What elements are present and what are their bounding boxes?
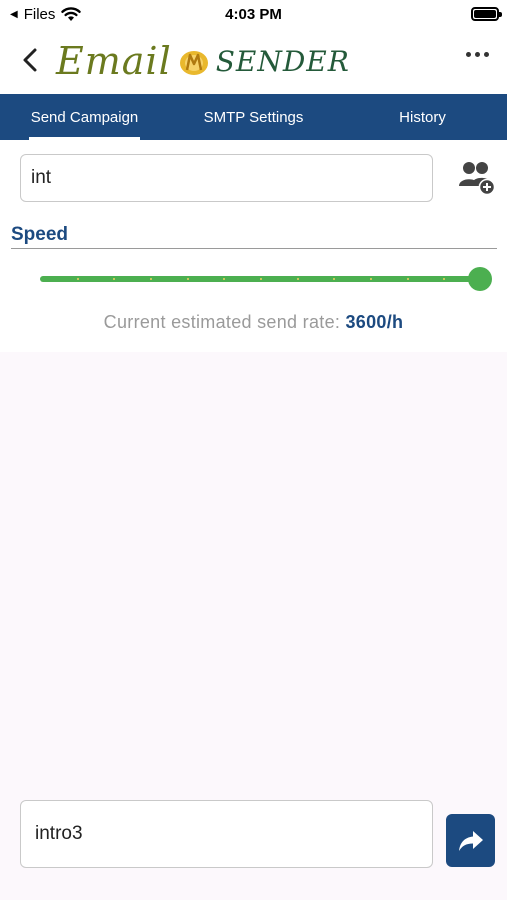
send-rate-value: 3600/h <box>345 312 404 332</box>
app-header: Email SENDER <box>0 30 507 94</box>
logo-sender-text: SENDER <box>215 44 350 78</box>
slider-tick <box>186 278 189 280</box>
slider-tick <box>406 278 409 280</box>
status-time: 4:03 PM <box>225 6 282 23</box>
logo-email-text: Email <box>56 39 172 83</box>
battery-icon <box>471 7 502 21</box>
slider-tick <box>150 278 152 280</box>
tab-history[interactable]: History <box>338 94 507 140</box>
coin-logo-icon <box>179 51 208 75</box>
speed-label: Speed <box>11 224 69 245</box>
slider-tick <box>223 278 226 280</box>
message-template-input[interactable]: intro3 <box>20 800 433 868</box>
more-menu-button[interactable] <box>466 52 489 57</box>
more-dot <box>466 52 471 57</box>
message-template-value: intro3 <box>35 823 83 844</box>
send-rate-prefix: Current estimated send rate: <box>103 312 346 332</box>
speed-slider[interactable] <box>40 267 492 291</box>
tab-smtp-settings[interactable]: SMTP Settings <box>169 94 338 140</box>
recipient-list-value: int <box>31 167 52 188</box>
tab-send-campaign[interactable]: Send Campaign <box>0 94 169 140</box>
slider-thumb[interactable] <box>468 267 492 291</box>
slider-tick <box>260 278 262 280</box>
chevron-left-icon <box>23 48 37 72</box>
send-button[interactable] <box>446 814 495 867</box>
tab-bar: Send Campaign SMTP Settings History <box>0 94 507 140</box>
more-dot <box>484 52 489 57</box>
slider-tick <box>333 278 336 280</box>
status-bar: ◀ Files 4:03 PM <box>0 0 507 30</box>
divider <box>11 248 497 249</box>
slider-tick <box>443 278 446 280</box>
campaign-panel: int Speed Current estimated send rate: 3… <box>0 140 507 352</box>
share-arrow-icon <box>458 830 483 851</box>
slider-tick <box>76 278 79 280</box>
add-group-icon[interactable] <box>458 160 496 196</box>
slider-tick <box>370 278 372 280</box>
back-button[interactable] <box>14 44 46 76</box>
slider-tick <box>113 278 116 280</box>
slider-ticks <box>40 278 480 280</box>
more-dot <box>475 52 480 57</box>
app-logo: Email SENDER <box>56 38 350 84</box>
send-rate-text: Current estimated send rate: 3600/h <box>0 312 507 333</box>
recipient-list-input[interactable]: int <box>20 154 433 202</box>
slider-tick <box>296 278 299 280</box>
